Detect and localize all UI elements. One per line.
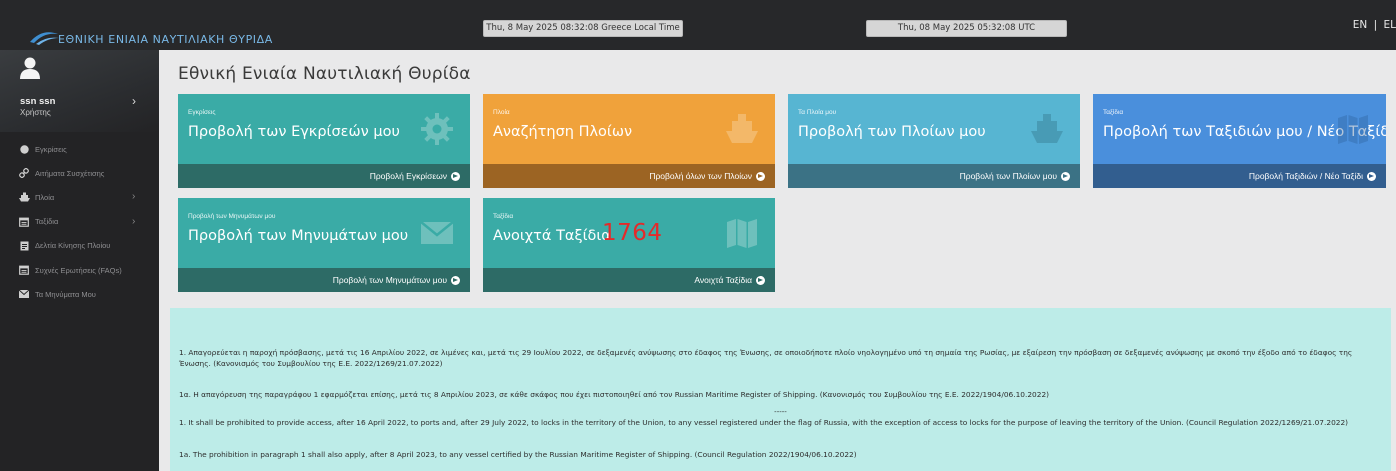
chevron-right-icon: › [132, 191, 136, 203]
card-open-voyages[interactable]: Ταξίδια Ανοιχτά Ταξίδια 1764 Ανοιχτά Ταξ… [483, 198, 775, 292]
sidebar-item-label: Αιτήματα Συσχέτισης [35, 168, 105, 178]
card-title: Προβολή των Μηνυμάτων μου [188, 228, 409, 244]
card-footer-label: Προβολή των Πλοίων μου [959, 171, 1057, 181]
arrow-circle-right-icon [756, 275, 765, 285]
card-small-label: Προβολή των Μηνυμάτων μου [188, 213, 276, 220]
document-icon [18, 241, 30, 251]
card-footer-link[interactable]: Προβολή Ταξιδιών / Νέο Ταξίδι [1093, 164, 1386, 188]
logo-text: ΕΘΝΙΚΗ ΕΝΙΑΙΑ ΝΑΥΤΙΛΙΑΚΗ ΘΥΡΙΔΑ [58, 33, 273, 46]
card-footer-link[interactable]: Προβολή Εγκρίσεων [178, 164, 470, 188]
arrow-circle-right-icon [756, 171, 765, 181]
sidebar-item-ships[interactable]: Πλοία › [0, 185, 159, 209]
card-footer-link[interactable]: Προβολή των Πλοίων μου [788, 164, 1080, 188]
sidebar-item-label: Τα Μηνύματα Μου [35, 289, 96, 299]
card-small-label: Ταξίδια [1103, 109, 1124, 116]
local-time-display: Thu, 8 May 2025 08:32:08 Greece Local Ti… [483, 20, 683, 37]
envelope-icon [420, 221, 454, 244]
link-icon [18, 168, 30, 179]
top-bar: ΕΘΝΙΚΗ ΕΝΙΑΙΑ ΝΑΥΤΙΛΙΑΚΗ ΘΥΡΙΔΑ Thu, 8 M… [0, 0, 1396, 50]
arrow-circle-right-icon [1061, 171, 1070, 181]
card-footer-label: Προβολή των Μηνυμάτων μου [332, 275, 447, 285]
ship-icon [18, 192, 30, 202]
card-small-label: Πλοία [493, 109, 510, 116]
sidebar-item-label: Δελτία Κίνησης Πλοίου [35, 241, 111, 251]
sidebar-item-association-requests[interactable]: Αιτήματα Συσχέτισης [0, 161, 159, 185]
utc-time-display: Thu, 08 May 2025 05:32:08 UTC [866, 20, 1067, 37]
notice-paragraph-en-1: 1. It shall be prohibited to provide acc… [179, 418, 1349, 427]
arrow-circle-right-icon [451, 171, 460, 181]
card-my-voyages[interactable]: Ταξίδια Προβολή των Ταξιδιών μου / Νέο Τ… [1093, 94, 1386, 188]
card-footer-label: Προβολή Ταξιδιών / Νέο Ταξίδι [1248, 171, 1363, 181]
card-title: Προβολή των Εγκρίσεών μου [188, 124, 400, 140]
arrow-circle-right-icon [1367, 171, 1376, 181]
map-icon [727, 219, 757, 248]
logo-swoosh-icon [30, 32, 59, 45]
card-title: Αναζήτηση Πλοίων [493, 124, 633, 140]
sidebar-item-approvals[interactable]: Εγκρίσεις [0, 137, 159, 161]
sidebar-item-label: Συχνές Ερωτήσεις (FAQs) [35, 265, 122, 275]
page-title: Εθνική Ενιαία Ναυτιλιακή Θυρίδα [178, 64, 471, 84]
ship-icon [1031, 114, 1063, 143]
calendar-icon [18, 217, 30, 227]
card-title: Ανοιχτά Ταξίδια [493, 228, 611, 244]
sidebar-item-messages[interactable]: Τα Μηνύματα Μου [0, 282, 159, 306]
card-search-ships[interactable]: Πλοία Αναζήτηση Πλοίων Προβολή όλων των … [483, 94, 775, 188]
card-footer-link[interactable]: Προβολή των Μηνυμάτων μου [178, 268, 470, 292]
sidebar-nav: Εγκρίσεις Αιτήματα Συσχέτισης Πλοία › Τα… [0, 137, 159, 306]
sidebar-item-faqs[interactable]: Συχνές Ερωτήσεις (FAQs) [0, 258, 159, 282]
notice-paragraph-el-1: 1. Απαγορεύεται η παροχή πρόσβασης, μετά… [179, 348, 1353, 368]
map-icon [1338, 115, 1368, 144]
lang-en-link[interactable]: EN [1353, 19, 1368, 31]
sidebar: ssn ssn Χρήστης › Εγκρίσεις Αιτήματα Συσ… [0, 50, 159, 471]
card-my-messages[interactable]: Προβολή των Μηνυμάτων μου Προβολή των Μη… [178, 198, 470, 292]
notice-divider: ----- [774, 408, 787, 416]
sidebar-item-vessel-movement[interactable]: Δελτία Κίνησης Πλοίου [0, 234, 159, 258]
open-voyages-count: 1764 [602, 220, 663, 246]
user-name[interactable]: ssn ssn [20, 96, 55, 107]
user-avatar-icon [20, 57, 40, 79]
notice-paragraph-el-1a: 1α. Η απαγόρευση της παραγράφου 1 εφαρμό… [179, 390, 1050, 399]
card-footer-label: Ανοιχτά Ταξίδια [694, 275, 752, 285]
arrow-circle-right-icon [451, 275, 460, 285]
language-switcher: EN | EL [1350, 19, 1396, 31]
sanctions-notice: 1. Απαγορεύεται η παροχή πρόσβασης, μετά… [170, 308, 1391, 471]
ship-icon [726, 114, 758, 143]
sidebar-item-label: Πλοία [35, 192, 55, 202]
calendar-icon [18, 265, 30, 275]
envelope-icon [18, 289, 30, 299]
sidebar-item-label: Εγκρίσεις [35, 144, 67, 154]
card-small-label: Εγκρίσεις [188, 109, 216, 116]
notice-paragraph-en-1a: 1a. The prohibition in paragraph 1 shall… [179, 450, 857, 459]
site-logo[interactable]: ΕΘΝΙΚΗ ΕΝΙΑΙΑ ΝΑΥΤΙΛΙΑΚΗ ΘΥΡΙΔΑ [28, 8, 288, 48]
lang-el-link[interactable]: EL [1384, 19, 1396, 31]
card-footer-label: Προβολή όλων των Πλοίων [649, 171, 752, 181]
card-footer-link[interactable]: Ανοιχτά Ταξίδια [483, 268, 775, 292]
card-small-label: Τα Πλοία μου [798, 109, 837, 116]
gear-icon [421, 113, 453, 145]
sidebar-item-label: Ταξίδια [35, 217, 59, 227]
sidebar-item-voyages[interactable]: Ταξίδια › [0, 210, 159, 234]
chevron-right-icon: › [132, 215, 136, 227]
lang-separator: | [1373, 19, 1378, 31]
chevron-right-icon[interactable]: › [132, 94, 136, 108]
card-approvals[interactable]: Εγκρίσεις Προβολή των Εγκρίσεών μου Προβ… [178, 94, 470, 188]
circle-icon [18, 144, 30, 154]
card-footer-link[interactable]: Προβολή όλων των Πλοίων [483, 164, 775, 188]
card-footer-label: Προβολή Εγκρίσεων [369, 171, 447, 181]
card-title: Προβολή των Πλοίων μου [798, 124, 986, 140]
card-small-label: Ταξίδια [493, 213, 514, 220]
card-my-ships[interactable]: Τα Πλοία μου Προβολή των Πλοίων μου Προβ… [788, 94, 1080, 188]
user-role: Χρήστης [20, 108, 51, 117]
